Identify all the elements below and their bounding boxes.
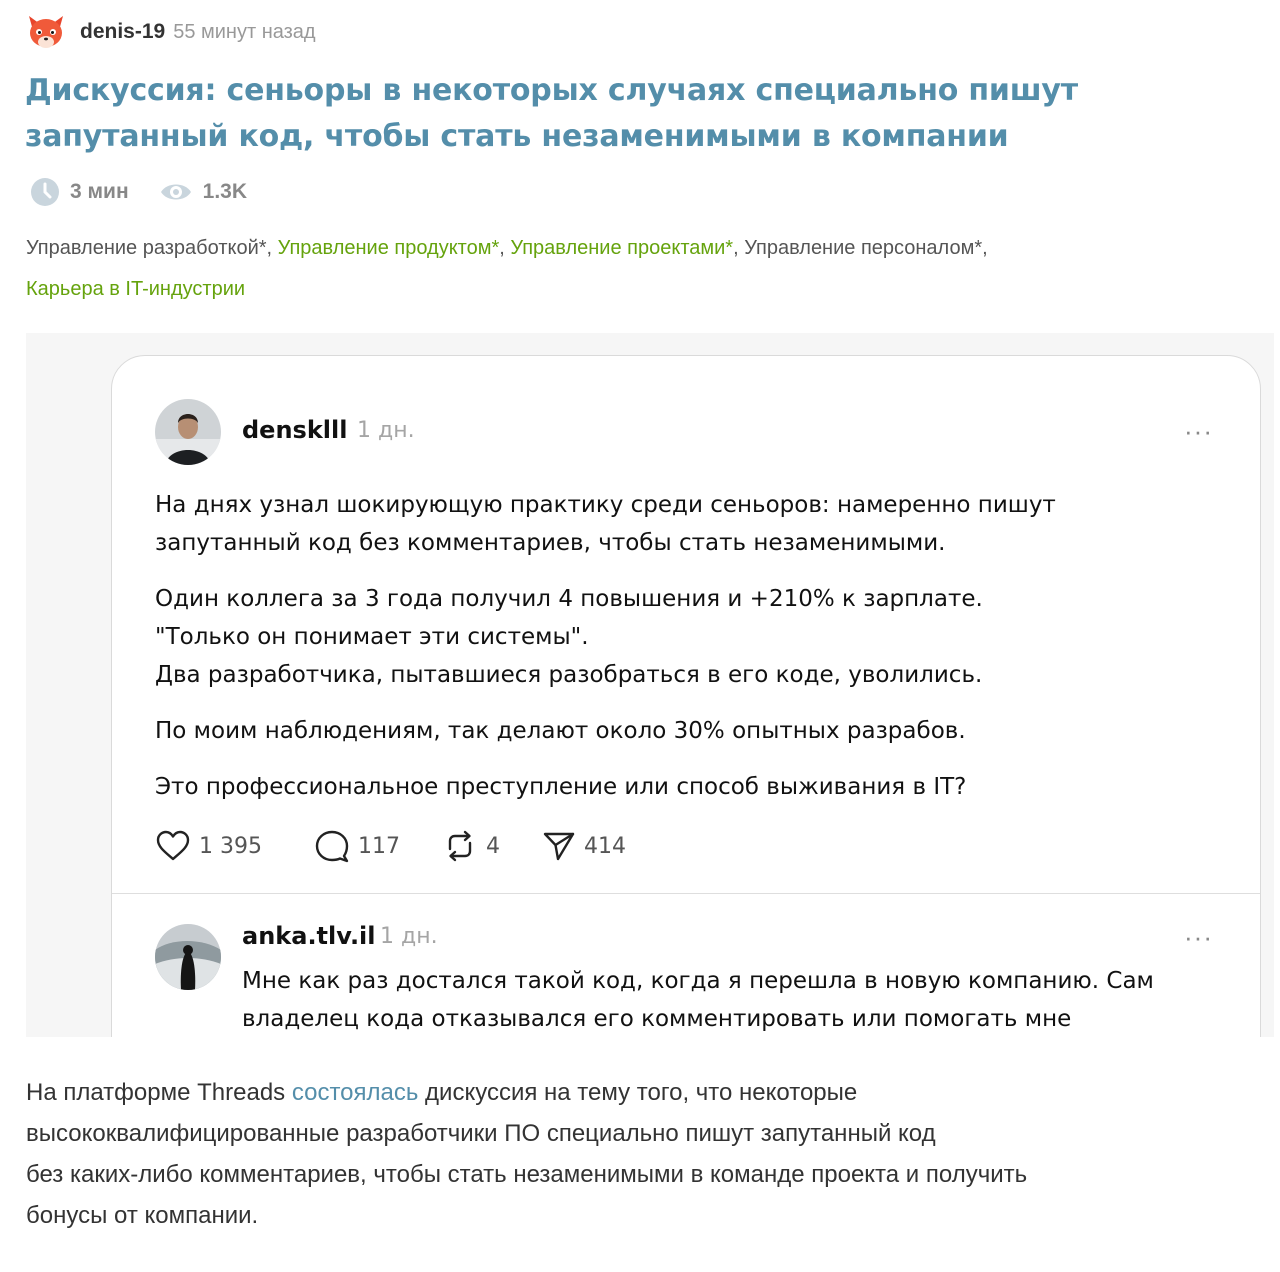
post-paragraph: Это профессиональное преступление или сп…	[155, 768, 1215, 806]
article-title: Дискуссия: сеньоры в некоторых случаях с…	[25, 68, 1270, 160]
text-line: Мне как раз достался такой код, когда я …	[242, 968, 1154, 994]
lead-text: бонусы от компании.	[26, 1202, 259, 1229]
post-paragraph: На днях узнал шокирующую практику среди …	[155, 486, 1215, 562]
like-button[interactable]: 1 395	[155, 830, 262, 862]
heart-icon	[156, 830, 190, 861]
threads-card: densklll 1 дн. ··· На днях узнал шокирую…	[111, 355, 1261, 1037]
views-count: 1.3K	[159, 180, 247, 204]
clock-icon	[31, 178, 59, 206]
author-name[interactable]: denis-19	[80, 20, 165, 44]
more-options-icon[interactable]: ···	[1184, 418, 1213, 444]
text-line: "Только он понимает эти системы".	[155, 624, 589, 650]
thread-actions: 1 395 117 4 414	[155, 826, 626, 866]
lead-text: высококвалифицированные разработчики ПО …	[26, 1120, 936, 1147]
post-paragraph: Один коллега за 3 года получил 4 повышен…	[155, 580, 1215, 694]
lead-text: дискуссия на тему того, что некоторые	[418, 1079, 858, 1106]
share-button[interactable]: 414	[542, 830, 626, 862]
hub-separator: ,	[499, 237, 511, 259]
thread-username[interactable]: densklll	[242, 416, 347, 444]
eye-icon	[160, 184, 191, 200]
text-line: Два разработчика, пытавшиеся разобраться…	[155, 662, 983, 688]
share-count: 414	[583, 833, 626, 859]
reply-text: Мне как раз достался такой код, когда я …	[242, 962, 1242, 1037]
more-options-icon[interactable]: ···	[1184, 924, 1213, 950]
text-line: По моим наблюдениям, так делают около 30…	[155, 718, 966, 744]
hub-link[interactable]: Управление разработкой*	[26, 237, 267, 259]
comment-icon	[315, 830, 349, 863]
article-meta: 3 мин 1.3K	[30, 175, 247, 209]
read-time: 3 мин	[30, 177, 129, 207]
article-lead: На платформе Threads состоялась дискусси…	[26, 1072, 1246, 1236]
views-value: 1.3K	[202, 180, 248, 203]
thread-post-text: На днях узнал шокирующую практику среди …	[155, 486, 1215, 806]
reply-time: 1 дн.	[380, 924, 438, 949]
hub-link[interactable]: Управление проектами*	[510, 237, 733, 259]
reply-button[interactable]: 117	[314, 829, 400, 863]
send-icon	[543, 832, 575, 861]
threads-screenshot-image: densklll 1 дн. ··· На днях узнал шокирую…	[26, 333, 1274, 1037]
hub-link[interactable]: Управление персоналом*	[744, 237, 982, 259]
person-photo-icon	[155, 924, 221, 990]
lead-text: без каких-либо комментариев, чтобы стать…	[26, 1161, 1028, 1188]
reply-username[interactable]: anka.tlv.il	[242, 922, 376, 950]
repost-icon	[448, 830, 472, 862]
text-line: запутанный код без комментариев, чтобы с…	[155, 530, 946, 556]
thread-divider	[112, 893, 1260, 894]
hub-link[interactable]: Управление продуктом*	[278, 237, 500, 259]
hub-separator: ,	[266, 237, 278, 259]
repost-button[interactable]: 4	[442, 829, 500, 863]
read-time-value: 3 мин	[70, 180, 129, 203]
post-time: 55 минут назад	[173, 20, 316, 43]
post-author: denis-19 55 минут назад	[26, 10, 316, 54]
post-paragraph: По моим наблюдениям, так делают около 30…	[155, 712, 1215, 750]
person-photo-icon	[155, 399, 221, 465]
hub-link[interactable]: Карьера в IT-индустрии	[26, 278, 245, 300]
reply-count: 117	[357, 833, 400, 859]
repost-count: 4	[485, 833, 500, 859]
densklll-avatar	[155, 399, 221, 465]
text-line: Это профессиональное преступление или сп…	[155, 774, 967, 800]
anka-avatar	[155, 924, 221, 990]
lead-link[interactable]: состоялась	[292, 1079, 419, 1106]
like-count: 1 395	[199, 833, 262, 859]
article-title-link[interactable]: Дискуссия: сеньоры в некоторых случаях с…	[25, 73, 1078, 154]
text-line: владелец кода отказывался его комментиро…	[242, 1006, 1072, 1032]
hubs-list: Управление разработкой*, Управление прод…	[26, 228, 1256, 310]
fox-avatar-icon[interactable]	[26, 12, 66, 52]
thread-time: 1 дн.	[357, 418, 415, 443]
text-line: На днях узнал шокирующую практику среди …	[155, 492, 1056, 518]
hub-separator: ,	[733, 237, 745, 259]
text-line: Один коллега за 3 года получил 4 повышен…	[155, 586, 983, 612]
lead-text: На платформе Threads	[26, 1079, 292, 1106]
hub-separator: ,	[982, 237, 988, 259]
